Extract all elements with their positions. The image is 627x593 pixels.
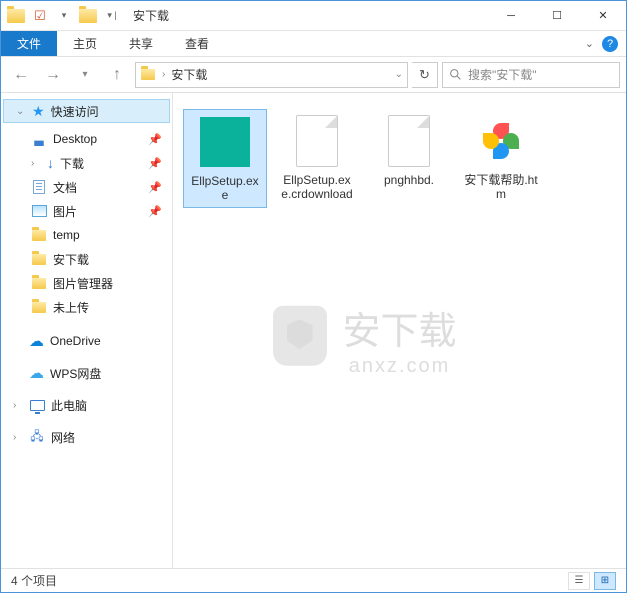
sidebar-item-documents[interactable]: 文档📌 [1, 175, 172, 199]
file-thumb-htm [473, 113, 529, 169]
file-name: 安下载帮助.htm [463, 173, 539, 202]
window-controls: ─ ☐ ✕ [488, 1, 626, 31]
file-thumb-blank [381, 113, 437, 169]
folder-icon [5, 5, 27, 27]
address-folder-icon [140, 68, 156, 82]
file-item[interactable]: pnghhbd. [367, 109, 451, 208]
star-icon: ★ [32, 103, 45, 120]
file-thumb-exe [197, 114, 253, 170]
maximize-button[interactable]: ☐ [534, 1, 580, 31]
sidebar-item-pictures[interactable]: 图片📌 [1, 199, 172, 223]
folder-icon [31, 252, 47, 266]
title-bar: ☑ ▾ ▾ | 安下载 ─ ☐ ✕ [1, 1, 626, 31]
breadcrumb-sep-icon: › [162, 69, 165, 80]
file-item[interactable]: EllpSetup.exe [183, 109, 267, 208]
address-bar[interactable]: › 安下载 ⌄ [135, 62, 408, 88]
cloud-icon: ☁ [29, 364, 44, 382]
content-area[interactable]: EllpSetup.exe EllpSetup.exe.crdownload p… [173, 93, 626, 568]
folder-context-icon [77, 5, 99, 27]
sidebar-quick-access[interactable]: ⌄ ★ 快速访问 [3, 99, 170, 123]
view-details-button[interactable]: ☰ [568, 572, 590, 590]
file-item[interactable]: EllpSetup.exe.crdownload [275, 109, 359, 208]
tab-share[interactable]: 共享 [113, 31, 169, 56]
sidebar-network[interactable]: › 🖧 网络 [1, 425, 172, 449]
pin-icon: 📌 [148, 181, 162, 194]
nav-recent-dropdown[interactable]: ▾ [71, 62, 99, 88]
navigation-pane: ⌄ ★ 快速访问 ▃ Desktop📌 › ↓ 下载📌 文档📌 图片📌 temp… [1, 93, 173, 568]
pictures-icon [31, 204, 47, 218]
nav-up-button[interactable]: ↑ [103, 62, 131, 88]
network-icon: 🖧 [29, 430, 45, 444]
ribbon-collapse-icon[interactable]: ⌄ [585, 37, 594, 50]
navigation-bar: ← → ▾ ↑ › 安下载 ⌄ ↻ 搜索"安下载" [1, 57, 626, 93]
breadcrumb-segment[interactable]: 安下载 [171, 66, 207, 83]
sidebar-item-desktop[interactable]: ▃ Desktop📌 [1, 127, 172, 151]
chevron-right-icon[interactable]: › [13, 432, 23, 443]
shield-icon [272, 305, 326, 365]
document-icon [31, 180, 47, 194]
sidebar-item-upload[interactable]: 未上传 [1, 295, 172, 319]
sidebar-item-temp[interactable]: temp [1, 223, 172, 247]
search-placeholder: 搜索"安下载" [468, 66, 537, 83]
qat-separator: ▾ | [101, 5, 123, 27]
file-name: pnghhbd. [384, 173, 434, 187]
download-icon: ↓ [47, 155, 54, 171]
qat-dropdown-icon[interactable]: ▾ [53, 5, 75, 27]
help-icon[interactable]: ? [602, 36, 618, 52]
ribbon-tabs: 文件 主页 共享 查看 ⌄ ? [1, 31, 626, 57]
properties-icon[interactable]: ☑ [29, 5, 51, 27]
desktop-icon: ▃ [31, 132, 47, 146]
folder-icon [31, 228, 47, 242]
nav-forward-button[interactable]: → [39, 62, 67, 88]
computer-icon [29, 398, 45, 412]
window-title: 安下载 [133, 7, 169, 24]
status-bar: 4 个项目 ☰ ⊞ [1, 568, 626, 592]
sidebar-wps[interactable]: ☁ WPS网盘 [1, 361, 172, 385]
chevron-down-icon[interactable]: ⌄ [16, 106, 26, 117]
pin-icon: 📌 [148, 157, 162, 170]
watermark: 安下载 anxz.com [342, 299, 456, 377]
pinwheel-icon [481, 121, 521, 161]
search-icon [449, 68, 462, 81]
quick-access-toolbar: ☑ ▾ ▾ | [1, 5, 127, 27]
sidebar-onedrive[interactable]: ☁ OneDrive [1, 329, 172, 353]
sidebar-label: 快速访问 [51, 103, 99, 120]
search-input[interactable]: 搜索"安下载" [442, 62, 620, 88]
cloud-icon: ☁ [29, 332, 44, 350]
sidebar-item-anxiazai[interactable]: 安下载 [1, 247, 172, 271]
sidebar-thispc[interactable]: › 此电脑 [1, 393, 172, 417]
folder-icon [31, 276, 47, 290]
view-icons-button[interactable]: ⊞ [594, 572, 616, 590]
tab-file[interactable]: 文件 [1, 31, 57, 56]
tab-home[interactable]: 主页 [57, 31, 113, 56]
nav-back-button[interactable]: ← [7, 62, 35, 88]
tab-view[interactable]: 查看 [169, 31, 225, 56]
refresh-button[interactable]: ↻ [412, 62, 438, 88]
minimize-button[interactable]: ─ [488, 1, 534, 31]
sidebar-item-picmanager[interactable]: 图片管理器 [1, 271, 172, 295]
chevron-right-icon[interactable]: › [31, 158, 41, 169]
address-dropdown-icon[interactable]: ⌄ [395, 69, 403, 80]
items-grid: EllpSetup.exe EllpSetup.exe.crdownload p… [183, 109, 616, 208]
file-item[interactable]: 安下载帮助.htm [459, 109, 543, 208]
sidebar-item-downloads[interactable]: › ↓ 下载📌 [1, 151, 172, 175]
file-thumb-blank [289, 113, 345, 169]
close-button[interactable]: ✕ [580, 1, 626, 31]
file-name: EllpSetup.exe [188, 174, 262, 203]
chevron-right-icon[interactable]: › [13, 400, 23, 411]
pin-icon: 📌 [148, 205, 162, 218]
status-item-count: 4 个项目 [11, 572, 57, 589]
file-name: EllpSetup.exe.crdownload [279, 173, 355, 202]
pin-icon: 📌 [148, 133, 162, 146]
folder-icon [31, 300, 47, 314]
